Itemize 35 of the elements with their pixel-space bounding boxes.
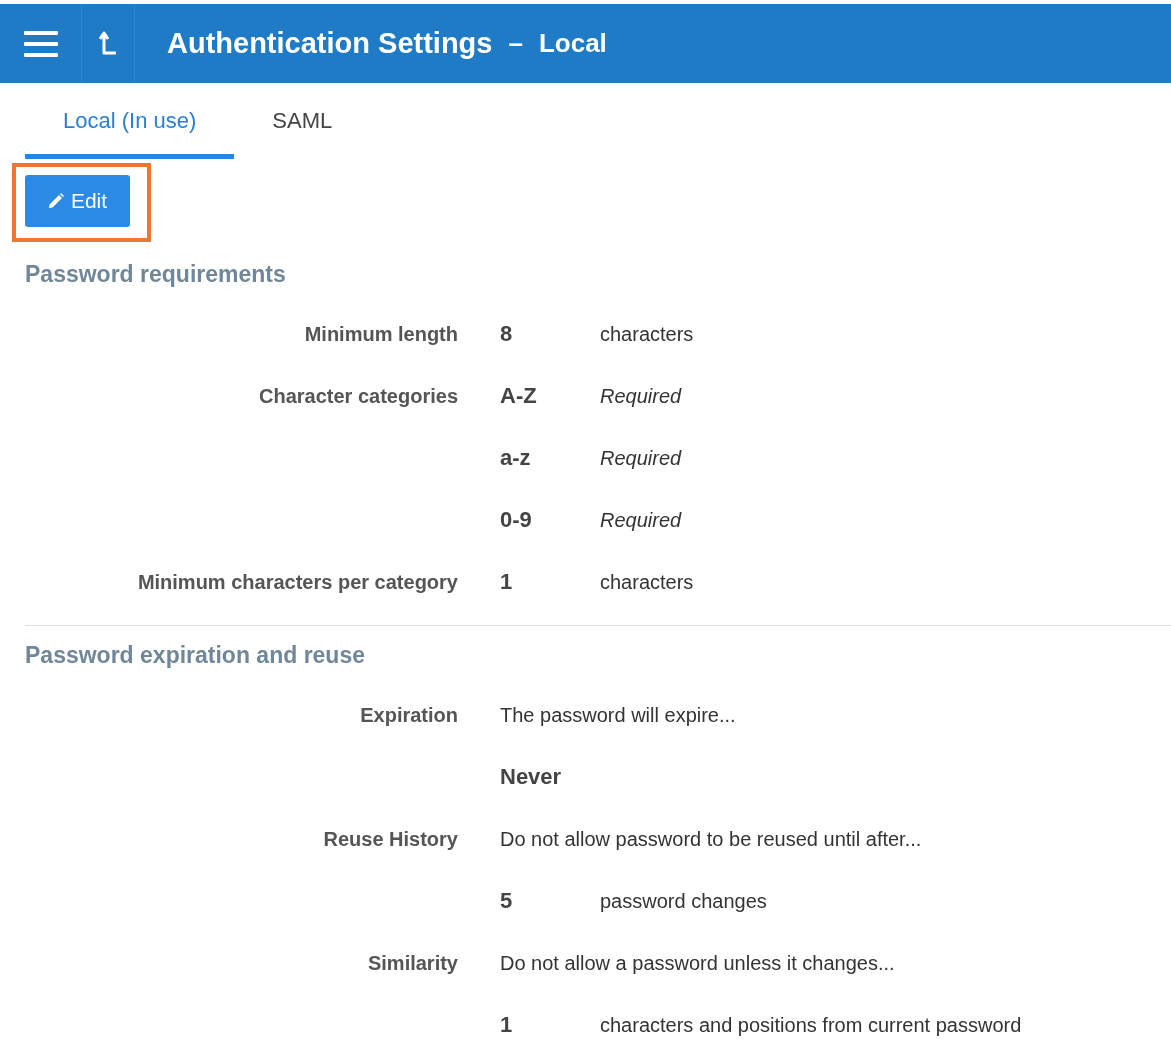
description-text: The password will expire... bbox=[500, 703, 736, 727]
title-separator: – bbox=[508, 28, 523, 59]
description-text: Do not allow a password unless it changes... bbox=[500, 951, 895, 975]
field-label: Minimum characters per category bbox=[137, 570, 458, 594]
field-label: Minimum length bbox=[304, 322, 458, 346]
field-note: Required bbox=[600, 384, 682, 408]
description-text: Do not allow password to be reused until after... bbox=[500, 827, 922, 851]
section-heading: Password requirements bbox=[24, 259, 287, 289]
field-note: Required bbox=[600, 446, 682, 470]
back-icon[interactable] bbox=[99, 30, 117, 57]
field-label: Reuse History bbox=[323, 827, 458, 851]
field-value: A-Z bbox=[500, 383, 538, 409]
page-title: Authentication Settings bbox=[167, 27, 493, 60]
field-label: Character categories bbox=[259, 384, 458, 408]
menu-icon[interactable] bbox=[23, 29, 58, 58]
field-label: Similarity bbox=[367, 951, 458, 975]
field-note: Required bbox=[600, 508, 682, 532]
tab[interactable]: SAML bbox=[234, 83, 371, 159]
pencil-icon bbox=[47, 192, 64, 209]
field-note: password changes bbox=[600, 889, 767, 913]
field-value: 0-9 bbox=[500, 507, 533, 533]
page-subtitle: Local bbox=[538, 28, 607, 59]
section-heading: Password expiration and reuse bbox=[24, 640, 366, 670]
field-note: characters bbox=[600, 570, 694, 594]
field-value: Never bbox=[500, 764, 562, 790]
field-note: characters and positions from current password bbox=[600, 1013, 1022, 1037]
field-value: 1 bbox=[500, 1012, 514, 1038]
edit-button[interactable]: Edit bbox=[25, 174, 130, 227]
field-value: 1 bbox=[500, 569, 514, 595]
field-label: Expiration bbox=[360, 703, 458, 727]
field-value: 8 bbox=[500, 321, 514, 347]
field-value: 5 bbox=[500, 888, 514, 914]
field-note: characters bbox=[600, 322, 694, 346]
tab[interactable]: Local (In use) bbox=[25, 83, 235, 159]
field-value: a-z bbox=[500, 445, 532, 471]
